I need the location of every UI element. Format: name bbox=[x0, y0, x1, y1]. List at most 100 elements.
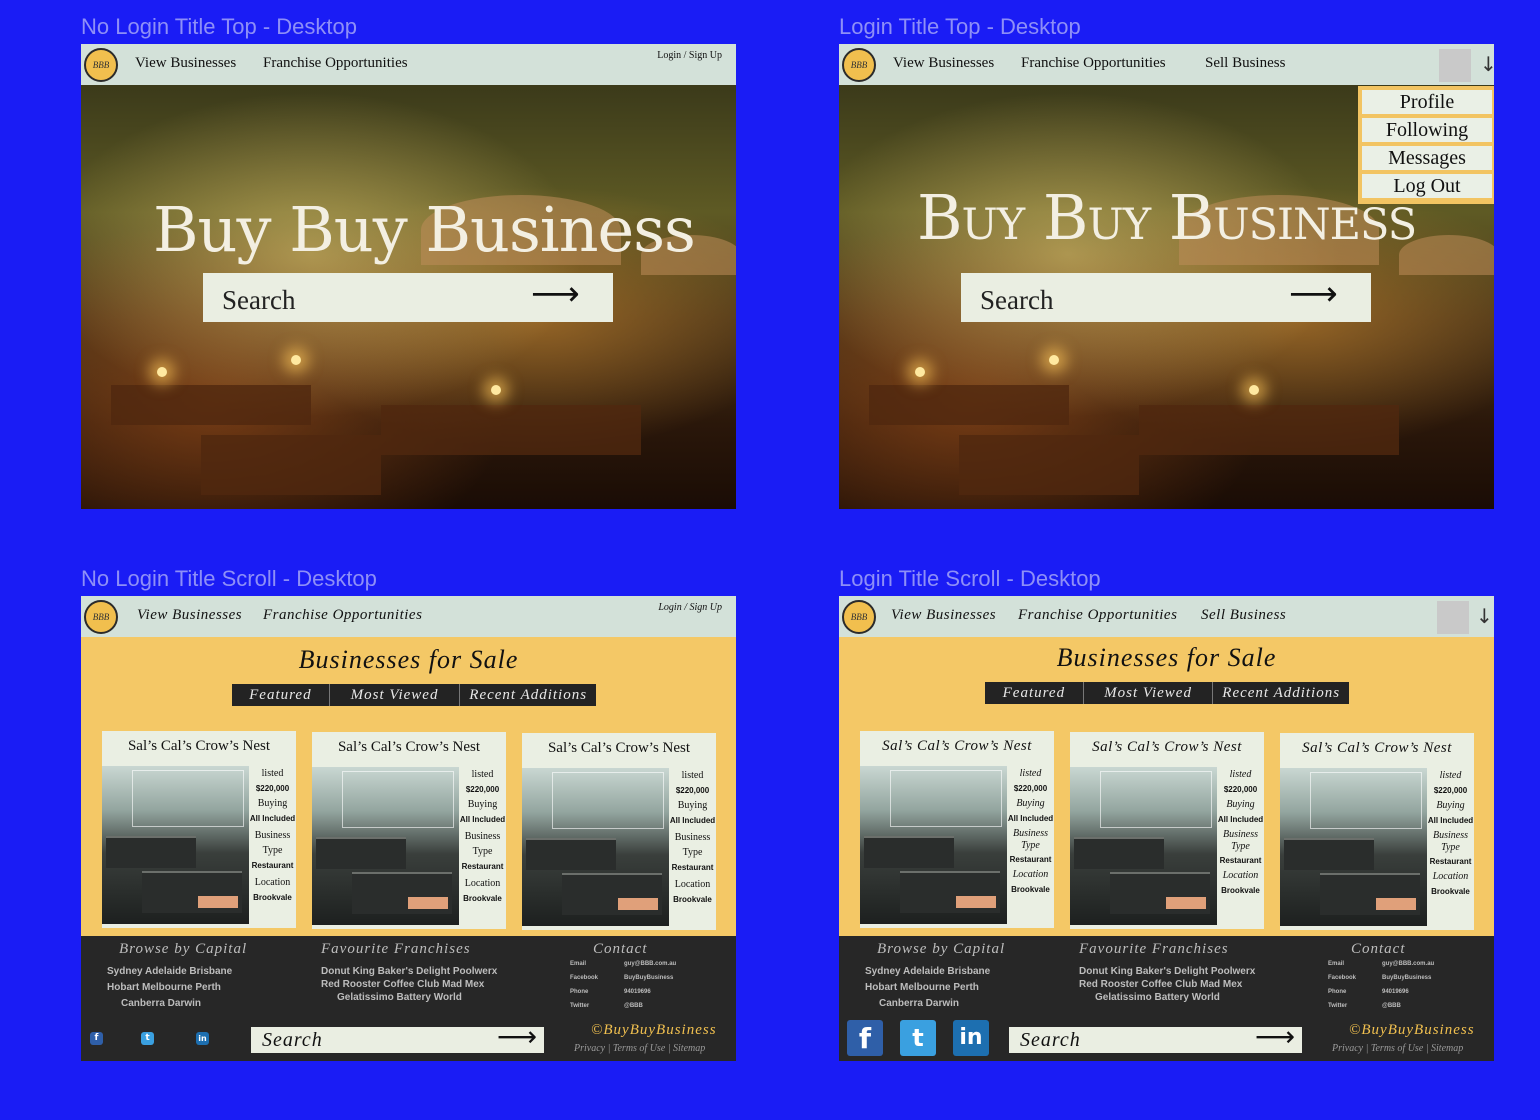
hero-search-bar[interactable]: Search ⟶ bbox=[961, 273, 1371, 322]
business-label: Business bbox=[1433, 830, 1468, 841]
location-label: Location bbox=[674, 879, 711, 890]
logo[interactable]: BBB bbox=[842, 600, 876, 634]
twitter-icon[interactable]: t bbox=[141, 1032, 154, 1045]
nav-franchise-opportunities[interactable]: Franchise Opportunities bbox=[263, 607, 422, 624]
capitals-row-2[interactable]: Hobart Melbourne Perth bbox=[107, 982, 221, 993]
contact-twitter[interactable]: @BBB bbox=[1382, 1003, 1401, 1009]
login-signup-link[interactable]: Login / Sign Up bbox=[657, 50, 722, 61]
footer-franchises-title: Favourite Franchises bbox=[1079, 941, 1229, 957]
logo[interactable]: BBB bbox=[842, 48, 876, 82]
nav-view-businesses[interactable]: View Businesses bbox=[137, 607, 242, 624]
capitals-row-1[interactable]: Sydney Adelaide Brisbane bbox=[107, 966, 232, 977]
franchises-row-2[interactable]: Red Rooster Coffee Club Mad Mex bbox=[321, 979, 484, 990]
location-label: Location bbox=[1012, 869, 1049, 880]
nav-franchise-opportunities[interactable]: Franchise Opportunities bbox=[1018, 607, 1177, 624]
capitals-row-2[interactable]: Hobart Melbourne Perth bbox=[865, 982, 979, 993]
tab-featured[interactable]: Featured bbox=[232, 684, 330, 706]
contact-email[interactable]: guy@BBB.com.au bbox=[1382, 961, 1434, 967]
legal-links[interactable]: Privacy | Terms of Use | Sitemap bbox=[1332, 1043, 1463, 1054]
listed-label: listed bbox=[1229, 769, 1252, 780]
nav-sell-business[interactable]: Sell Business bbox=[1201, 607, 1286, 624]
type-value: Restaurant bbox=[251, 861, 294, 870]
hero-search-bar[interactable]: Search ⟶ bbox=[203, 273, 613, 322]
frame-label-login-top: Login Title Top - Desktop bbox=[839, 14, 1081, 39]
nav-sell-business[interactable]: Sell Business bbox=[1205, 55, 1285, 72]
buying-label: Buying bbox=[467, 799, 498, 810]
search-arrow-icon[interactable]: ⟶ bbox=[1255, 1023, 1295, 1051]
buying-value: All Included bbox=[1427, 816, 1474, 825]
capitals-row-1[interactable]: Sydney Adelaide Brisbane bbox=[865, 966, 990, 977]
price-value: $220,000 bbox=[255, 784, 290, 793]
franchises-row-1[interactable]: Donut King Baker's Delight Poolwerx bbox=[321, 966, 497, 977]
card-image bbox=[1280, 768, 1427, 926]
chevron-down-icon[interactable]: ↓ bbox=[1476, 604, 1493, 628]
logo[interactable]: BBB bbox=[84, 48, 118, 82]
avatar[interactable] bbox=[1439, 49, 1471, 82]
location-value: Brookvale bbox=[1221, 886, 1260, 895]
tab-most-viewed[interactable]: Most Viewed bbox=[330, 684, 461, 706]
business-card[interactable]: Sal’s Cal’s Crow’s Nest listed $220,000 … bbox=[1280, 733, 1474, 930]
business-card[interactable]: Sal’s Cal’s Crow’s Nest listed $220,000 … bbox=[860, 731, 1054, 928]
business-card[interactable]: Sal’s Cal’s Crow’s Nest listed $220,000 … bbox=[312, 732, 506, 929]
nav-franchise-opportunities[interactable]: Franchise Opportunities bbox=[263, 55, 408, 72]
business-card[interactable]: Sal’s Cal’s Crow’s Nest listed $220,000 … bbox=[1070, 732, 1264, 929]
facebook-icon[interactable]: f bbox=[90, 1032, 103, 1045]
price-value: $220,000 bbox=[1223, 785, 1258, 794]
buying-label: Buying bbox=[1436, 800, 1465, 811]
menu-item-profile[interactable]: Profile bbox=[1362, 90, 1492, 114]
business-card[interactable]: Sal’s Cal’s Crow’s Nest listed $220,000 … bbox=[522, 733, 716, 930]
location-value: Brookvale bbox=[673, 895, 712, 904]
capitals-row-3[interactable]: Canberra Darwin bbox=[121, 998, 201, 1009]
menu-item-following[interactable]: Following bbox=[1362, 118, 1492, 142]
franchises-row-2[interactable]: Red Rooster Coffee Club Mad Mex bbox=[1079, 979, 1242, 990]
card-title: Sal’s Cal’s Crow’s Nest bbox=[337, 739, 481, 755]
footer-search-bar[interactable]: Search ⟶ bbox=[1009, 1023, 1302, 1053]
frame-no-login-scroll: BBB View Businesses Franchise Opportunit… bbox=[81, 596, 736, 1061]
contact-email[interactable]: guy@BBB.com.au bbox=[624, 961, 676, 967]
nav-view-businesses[interactable]: View Businesses bbox=[891, 607, 996, 624]
buying-label: Buying bbox=[1016, 798, 1045, 809]
contact-twitter[interactable]: @BBB bbox=[624, 1003, 643, 1009]
linkedin-icon[interactable]: in bbox=[196, 1032, 209, 1045]
login-signup-link[interactable]: Login / Sign Up bbox=[658, 602, 722, 613]
logo[interactable]: BBB bbox=[84, 600, 118, 634]
search-arrow-icon[interactable]: ⟶ bbox=[497, 1023, 537, 1051]
tab-recent-additions[interactable]: Recent Additions bbox=[1213, 682, 1349, 704]
twitter-icon[interactable]: t bbox=[900, 1020, 936, 1056]
footer: Browse by Capital Sydney Adelaide Brisba… bbox=[839, 936, 1494, 1061]
franchises-row-3[interactable]: Gelatissimo Battery World bbox=[337, 992, 462, 1003]
search-arrow-icon[interactable]: ⟶ bbox=[1289, 277, 1338, 311]
contact-facebook[interactable]: BuyBuyBusiness bbox=[1382, 975, 1431, 981]
franchises-row-3[interactable]: Gelatissimo Battery World bbox=[1095, 992, 1220, 1003]
facebook-icon[interactable]: f bbox=[847, 1020, 883, 1056]
nav-view-businesses[interactable]: View Businesses bbox=[135, 55, 236, 72]
card-title: Sal’s Cal’s Crow’s Nest bbox=[547, 740, 691, 756]
type-label: Type bbox=[1021, 840, 1040, 851]
tab-recent-additions[interactable]: Recent Additions bbox=[460, 684, 596, 706]
contact-facebook[interactable]: BuyBuyBusiness bbox=[624, 975, 673, 981]
chevron-down-icon[interactable]: ↓ bbox=[1480, 52, 1494, 76]
business-card[interactable]: Sal’s Cal’s Crow’s Nest listed $220,000 … bbox=[102, 731, 296, 928]
frame-login-scroll: BBB View Businesses Franchise Opportunit… bbox=[839, 596, 1494, 1061]
card-details: listed $220,000 Buying All Included Busi… bbox=[669, 768, 716, 907]
footer-search-placeholder: Search bbox=[1020, 1029, 1081, 1051]
footer-search-bar[interactable]: Search ⟶ bbox=[251, 1023, 544, 1053]
card-details: listed $220,000 Buying All Included Busi… bbox=[249, 766, 296, 905]
legal-links[interactable]: Privacy | Terms of Use | Sitemap bbox=[574, 1043, 705, 1054]
tab-most-viewed[interactable]: Most Viewed bbox=[1084, 682, 1214, 704]
franchises-row-1[interactable]: Donut King Baker's Delight Poolwerx bbox=[1079, 966, 1255, 977]
tab-featured[interactable]: Featured bbox=[985, 682, 1084, 704]
listing-section: Businesses for Sale Featured Most Viewed… bbox=[839, 637, 1494, 936]
menu-item-log-out[interactable]: Log Out bbox=[1362, 174, 1492, 198]
menu-item-messages[interactable]: Messages bbox=[1362, 146, 1492, 170]
nav-franchise-opportunities[interactable]: Franchise Opportunities bbox=[1021, 55, 1166, 72]
capitals-row-3[interactable]: Canberra Darwin bbox=[879, 998, 959, 1009]
nav-view-businesses[interactable]: View Businesses bbox=[893, 55, 994, 72]
search-arrow-icon[interactable]: ⟶ bbox=[531, 277, 580, 311]
avatar[interactable] bbox=[1437, 601, 1469, 634]
price-value: $220,000 bbox=[465, 785, 500, 794]
linkedin-icon[interactable]: in bbox=[953, 1020, 989, 1056]
navbar: BBB View Businesses Franchise Opportunit… bbox=[81, 44, 736, 85]
location-value: Brookvale bbox=[1011, 885, 1050, 894]
buying-label: Buying bbox=[257, 798, 288, 809]
